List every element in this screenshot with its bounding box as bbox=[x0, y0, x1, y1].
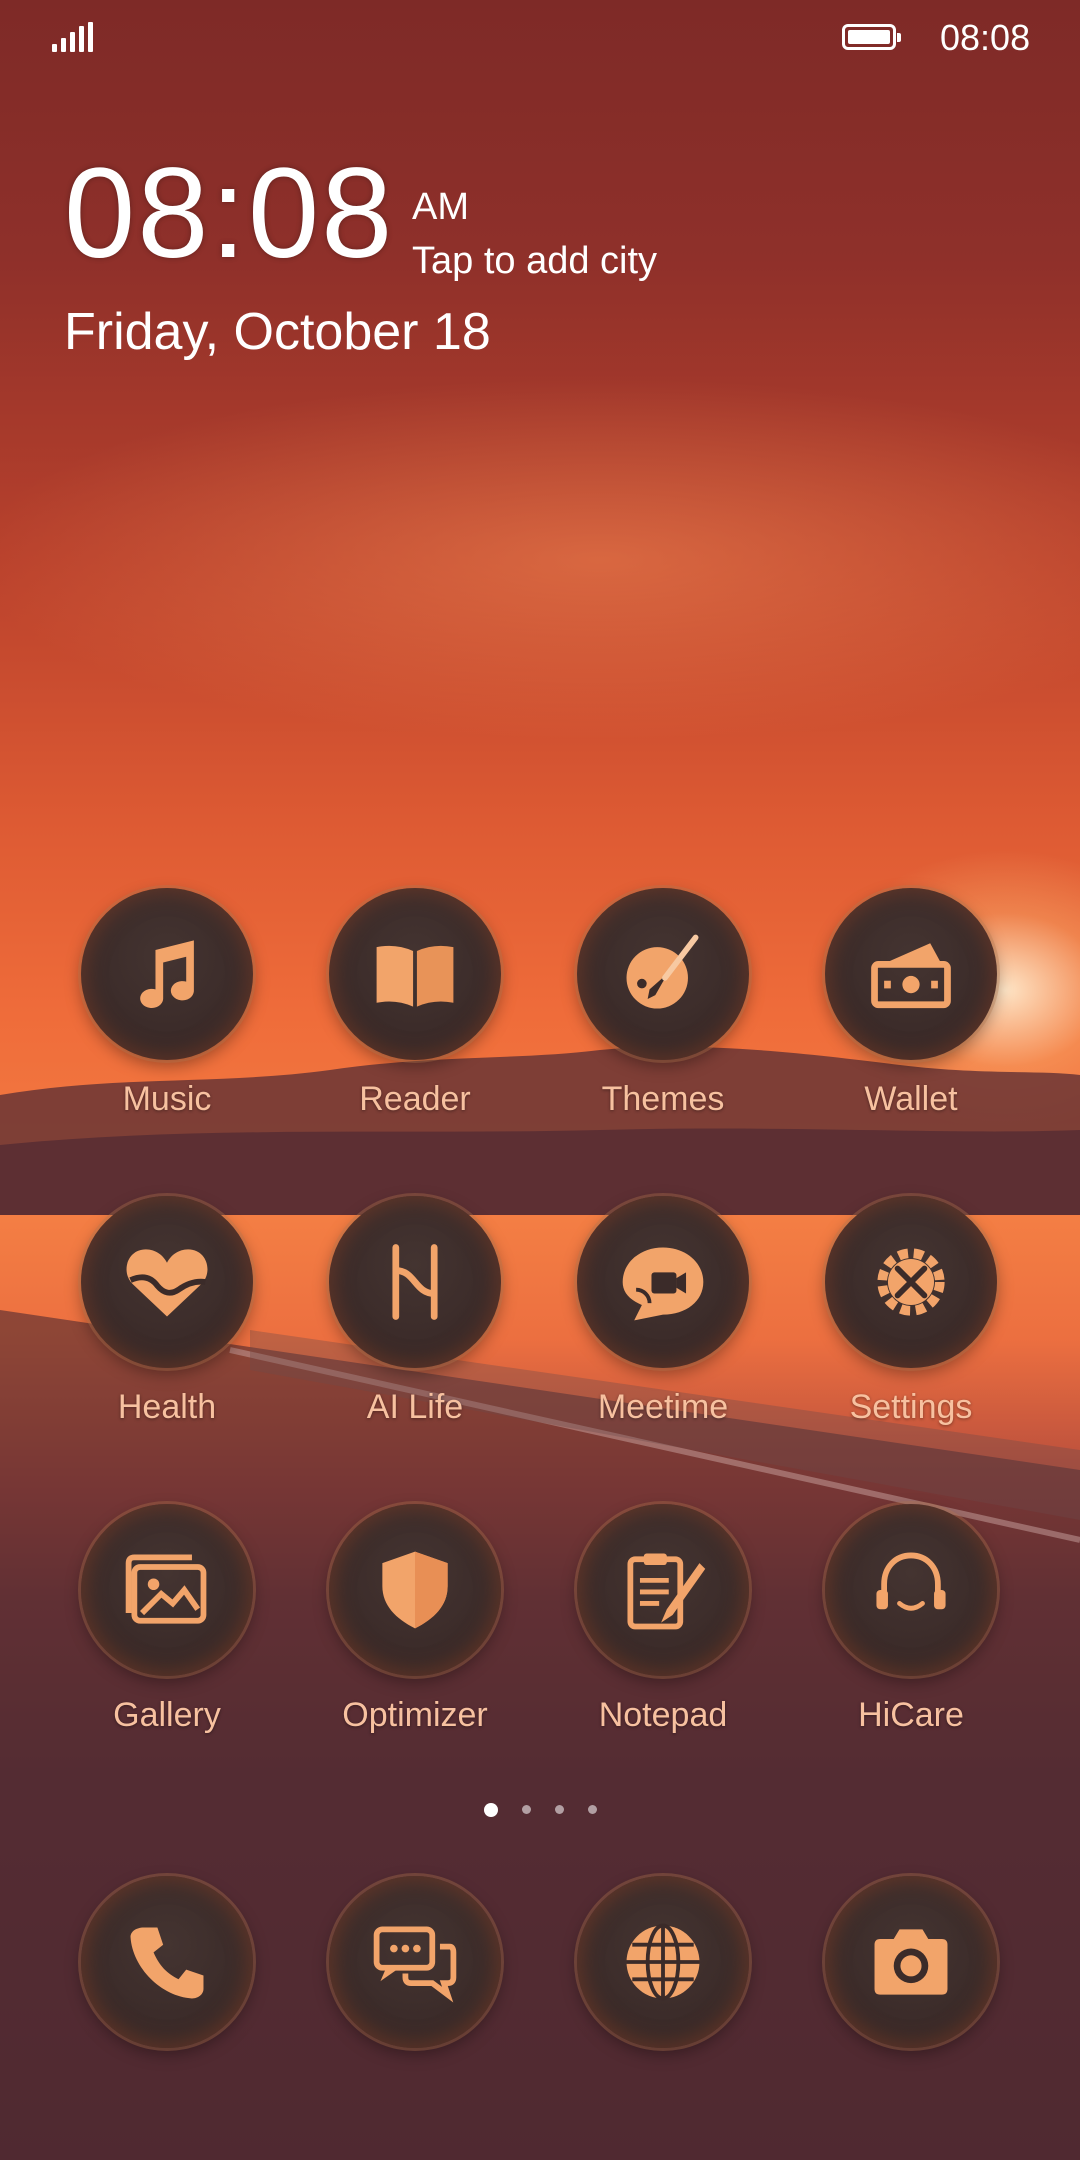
app-themes[interactable]: Themes bbox=[563, 888, 763, 1119]
app-label: Gallery bbox=[113, 1696, 221, 1734]
app-music[interactable]: Music bbox=[67, 888, 267, 1119]
signal-icon bbox=[52, 22, 93, 52]
phone-icon bbox=[81, 1876, 253, 2048]
app-label: Optimizer bbox=[342, 1696, 488, 1734]
app-wallet[interactable]: Wallet bbox=[811, 888, 1011, 1119]
dock-phone[interactable] bbox=[67, 1876, 267, 2048]
battery-icon bbox=[842, 24, 901, 50]
app-label: Reader bbox=[359, 1080, 471, 1118]
app-label: AI Life bbox=[366, 1388, 464, 1426]
book-icon bbox=[329, 888, 501, 1060]
app-gallery[interactable]: Gallery bbox=[67, 1504, 267, 1735]
app-meetime[interactable]: Meetime bbox=[563, 1196, 763, 1427]
app-reader[interactable]: Reader bbox=[315, 888, 515, 1119]
app-label: Notepad bbox=[598, 1696, 728, 1734]
clock-date[interactable]: Friday, October 18 bbox=[64, 302, 491, 362]
page-dot-2[interactable] bbox=[521, 1805, 531, 1814]
app-label: Health bbox=[117, 1388, 217, 1426]
app-label: Music bbox=[122, 1080, 212, 1118]
clock-ampm: AM bbox=[412, 186, 469, 228]
wallet-icon bbox=[825, 888, 997, 1060]
app-label: HiCare bbox=[858, 1696, 964, 1734]
music-note-icon bbox=[81, 888, 253, 1060]
app-label: Meetime bbox=[597, 1388, 729, 1426]
gear-icon bbox=[825, 1196, 997, 1368]
notepad-icon bbox=[577, 1504, 749, 1676]
app-health[interactable]: Health bbox=[67, 1196, 267, 1427]
app-settings[interactable]: Settings bbox=[811, 1196, 1011, 1427]
app-hicare[interactable]: HiCare bbox=[811, 1504, 1011, 1735]
add-city-link[interactable]: Tap to add city bbox=[412, 240, 657, 283]
dock-browser[interactable] bbox=[563, 1876, 763, 2048]
app-label: Themes bbox=[601, 1080, 725, 1118]
status-bar: 08:08 bbox=[0, 0, 1080, 72]
ai-life-icon bbox=[329, 1196, 501, 1368]
palette-brush-icon bbox=[577, 888, 749, 1060]
app-label: Settings bbox=[849, 1388, 973, 1426]
shield-icon bbox=[329, 1504, 501, 1676]
page-indicator[interactable] bbox=[0, 1803, 1080, 1817]
video-chat-icon bbox=[577, 1196, 749, 1368]
dock-messages[interactable] bbox=[315, 1876, 515, 2048]
gallery-icon bbox=[81, 1504, 253, 1676]
page-dot-1[interactable] bbox=[483, 1803, 498, 1817]
camera-icon bbox=[825, 1876, 997, 2048]
status-time: 08:08 bbox=[940, 17, 1031, 58]
page-dot-3[interactable] bbox=[554, 1805, 564, 1814]
app-optimizer[interactable]: Optimizer bbox=[315, 1504, 515, 1735]
page-dot-4[interactable] bbox=[587, 1805, 597, 1814]
app-label: Wallet bbox=[864, 1080, 958, 1118]
app-ai-life[interactable]: AI Life bbox=[315, 1196, 515, 1427]
browser-globe-icon bbox=[577, 1876, 749, 2048]
headset-icon bbox=[825, 1504, 997, 1676]
dock-camera[interactable] bbox=[811, 1876, 1011, 2048]
heart-icon bbox=[81, 1196, 253, 1368]
messages-icon bbox=[329, 1876, 501, 2048]
app-notepad[interactable]: Notepad bbox=[563, 1504, 763, 1735]
clock-time[interactable]: 08:08 bbox=[64, 150, 394, 278]
